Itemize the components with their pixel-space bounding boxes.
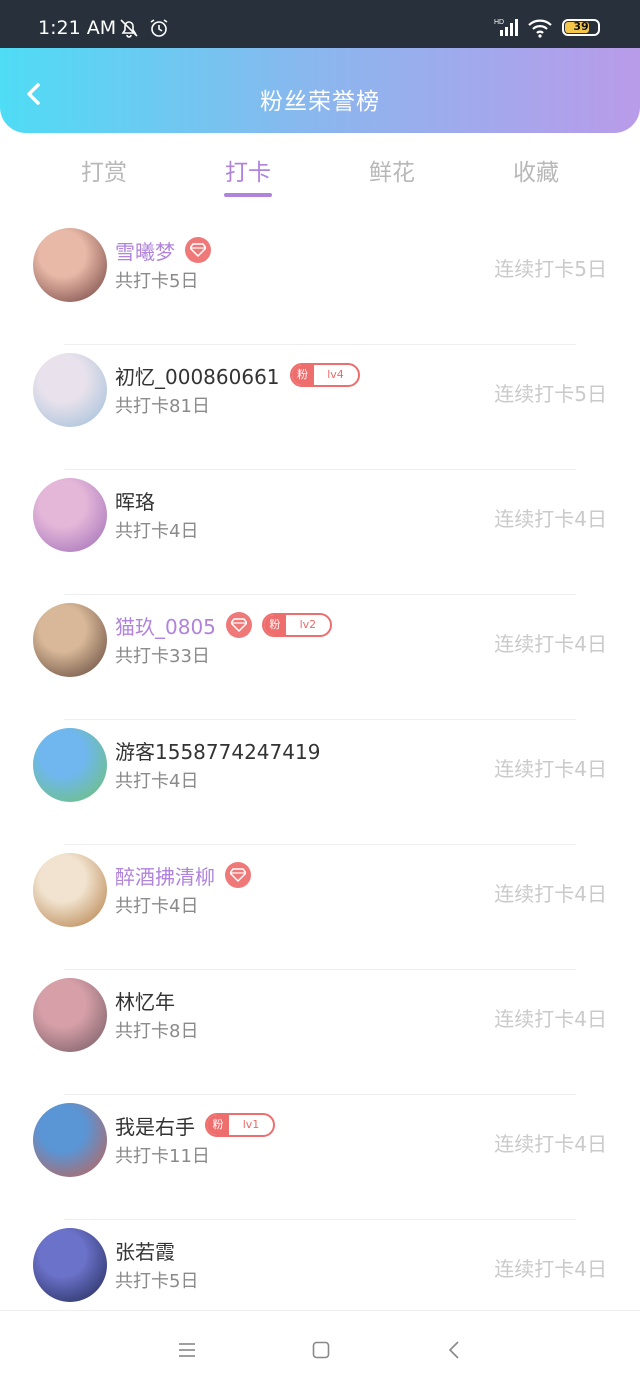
divider [64, 844, 576, 845]
total-checkin-count: 共打卡81日 [115, 396, 210, 417]
tab-bar: 打赏 打卡 鲜花 收藏 [0, 133, 640, 219]
avatar[interactable] [33, 603, 107, 677]
fan-row[interactable]: 猫玖_0805 粉 lv2 共打卡33日 连续打卡4日 [0, 594, 640, 719]
tab-reward[interactable]: 打赏 [59, 153, 149, 187]
streak-label: 连续打卡5日 [494, 382, 607, 406]
streak-label: 连续打卡4日 [494, 1132, 607, 1156]
wifi-icon [527, 17, 553, 43]
fan-badge-level: lv2 [299, 618, 317, 631]
fan-level-badge: 粉 lv2 [261, 613, 332, 637]
diamond-icon [225, 612, 252, 638]
diamond-icon [225, 862, 251, 888]
streak-label: 连续打卡4日 [494, 507, 607, 531]
streak-label: 连续打卡5日 [494, 257, 607, 281]
status-bar: 1:21 AM HD 39 [0, 0, 640, 48]
divider [64, 344, 576, 345]
streak-label: 连续打卡4日 [494, 632, 607, 656]
user-name[interactable]: 林忆年 [115, 986, 175, 1015]
user-name[interactable]: 游客1558774247419 [115, 736, 320, 765]
tab-active-indicator [224, 193, 272, 197]
divider [64, 1094, 576, 1095]
fan-level-badge: 粉 lv4 [289, 363, 360, 387]
back-nav-icon[interactable] [446, 1340, 462, 1364]
status-time: 1:21 AM [38, 17, 117, 39]
user-name[interactable]: 猫玖_0805 [115, 611, 216, 640]
name-line: 晖珞 [115, 486, 155, 514]
fan-row[interactable]: 我是右手 粉 lv1 共打卡11日 连续打卡4日 [0, 1094, 640, 1219]
name-line: 我是右手 粉 lv1 [115, 1111, 275, 1139]
name-line: 张若霞 [115, 1236, 175, 1264]
divider [64, 469, 576, 470]
user-name[interactable]: 晖珞 [115, 486, 155, 515]
fan-badge-label: 粉 [207, 1115, 229, 1135]
avatar[interactable] [33, 728, 107, 802]
streak-label: 连续打卡4日 [494, 882, 607, 906]
home-icon[interactable] [311, 1340, 331, 1364]
total-checkin-count: 共打卡4日 [115, 771, 199, 792]
divider [64, 719, 576, 720]
fan-row[interactable]: 游客1558774247419 共打卡4日 连续打卡4日 [0, 719, 640, 844]
streak-label: 连续打卡4日 [494, 1257, 607, 1281]
page-title: 粉丝荣誉榜 [260, 89, 380, 115]
total-checkin-count: 共打卡4日 [115, 521, 199, 542]
user-name[interactable]: 初忆_000860661 [115, 361, 280, 390]
total-checkin-count: 共打卡8日 [115, 1021, 199, 1042]
tab-checkin[interactable]: 打卡 [203, 153, 293, 187]
fan-row[interactable]: 林忆年 共打卡8日 连续打卡4日 [0, 969, 640, 1094]
user-name[interactable]: 我是右手 [115, 1111, 195, 1140]
total-checkin-count: 共打卡33日 [115, 646, 210, 667]
streak-label: 连续打卡4日 [494, 1007, 607, 1031]
svg-text:HD: HD [494, 19, 504, 26]
fan-badge-label: 粉 [263, 615, 286, 635]
total-checkin-count: 共打卡5日 [115, 1271, 199, 1292]
divider [64, 1219, 576, 1220]
total-checkin-count: 共打卡4日 [115, 896, 199, 917]
avatar[interactable] [33, 853, 107, 927]
name-line: 猫玖_0805 粉 lv2 [115, 611, 332, 639]
user-name[interactable]: 醉酒拂清柳 [115, 861, 215, 890]
tab-flowers[interactable]: 鲜花 [347, 153, 437, 187]
name-line: 林忆年 [115, 986, 175, 1014]
tab-favorites[interactable]: 收藏 [491, 153, 581, 187]
system-nav-bar [0, 1310, 640, 1388]
diamond-icon [185, 237, 211, 263]
divider [64, 594, 576, 595]
total-checkin-count: 共打卡5日 [115, 271, 199, 292]
battery-level: 39 [573, 20, 589, 33]
signal-icon: HD [494, 16, 520, 42]
avatar[interactable] [33, 228, 107, 302]
fan-badge-label: 粉 [291, 365, 314, 385]
fan-list: 雪曦梦 共打卡5日 连续打卡5日 初忆_000860661 粉 lv4 共打卡8… [0, 219, 640, 1344]
divider [64, 969, 576, 970]
fan-badge-level: lv4 [327, 368, 344, 381]
fan-row[interactable]: 雪曦梦 共打卡5日 连续打卡5日 [0, 219, 640, 344]
menu-icon[interactable] [177, 1341, 197, 1363]
name-line: 游客1558774247419 [115, 736, 320, 764]
user-name[interactable]: 张若霞 [115, 1236, 175, 1265]
fan-badge-level: lv1 [242, 1118, 260, 1131]
battery-icon: 39 [562, 19, 600, 36]
mute-bell-icon [118, 17, 140, 43]
total-checkin-count: 共打卡11日 [115, 1146, 210, 1167]
avatar[interactable] [33, 353, 107, 427]
streak-label: 连续打卡4日 [494, 757, 607, 781]
fan-row[interactable]: 醉酒拂清柳 共打卡4日 连续打卡4日 [0, 844, 640, 969]
fan-row[interactable]: 晖珞 共打卡4日 连续打卡4日 [0, 469, 640, 594]
avatar[interactable] [33, 1103, 107, 1177]
name-line: 醉酒拂清柳 [115, 861, 251, 889]
name-line: 初忆_000860661 粉 lv4 [115, 361, 360, 389]
name-line: 雪曦梦 [115, 236, 211, 264]
fan-level-badge: 粉 lv1 [205, 1113, 275, 1137]
user-name[interactable]: 雪曦梦 [115, 236, 175, 265]
avatar[interactable] [33, 978, 107, 1052]
alarm-icon [148, 17, 170, 43]
avatar[interactable] [33, 1228, 107, 1302]
fan-row[interactable]: 初忆_000860661 粉 lv4 共打卡81日 连续打卡5日 [0, 344, 640, 469]
avatar[interactable] [33, 478, 107, 552]
header: 粉丝荣誉榜 [0, 48, 640, 133]
